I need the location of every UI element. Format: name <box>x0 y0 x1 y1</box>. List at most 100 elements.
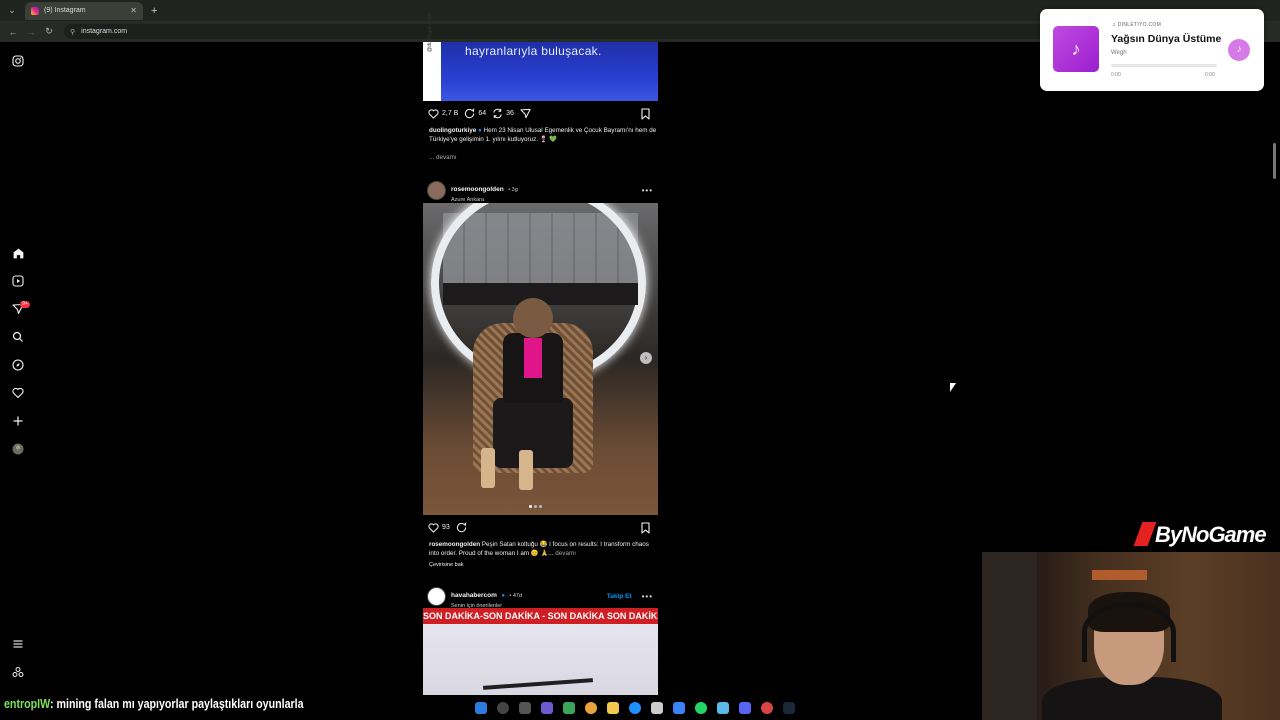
back-icon[interactable]: ← <box>8 27 18 37</box>
like-count: 2,7 B <box>442 110 459 117</box>
post-image-rosemoongolden[interactable] <box>423 203 658 515</box>
taskbar-app-icon[interactable] <box>563 702 575 714</box>
more-options-icon[interactable]: ••• <box>642 186 653 195</box>
time-elapsed: 0:00 <box>1111 72 1121 78</box>
song-artist: Wegh <box>1111 50 1127 56</box>
tab-title: (9) Instagram <box>44 7 86 14</box>
taskbar-app-icon[interactable] <box>673 702 685 714</box>
heart-icon <box>428 108 439 119</box>
more-options-icon[interactable]: ••• <box>642 592 653 601</box>
music-note-icon: ♪ <box>1053 26 1099 72</box>
avatar[interactable] <box>427 181 446 200</box>
post-caption-rosemoongolden: rosemoongolden Peşin Satan koltuğu 😂 I f… <box>429 540 659 558</box>
taskbar-app-icon[interactable] <box>761 702 773 714</box>
heart-icon <box>428 522 439 533</box>
like-count: 93 <box>442 524 450 531</box>
post-username[interactable]: havahabercom <box>451 592 497 599</box>
reels-icon[interactable] <box>11 274 25 288</box>
instagram-logo-icon[interactable] <box>11 54 25 68</box>
tab-search-icon[interactable]: ⌄ <box>3 2 21 20</box>
carousel-dots <box>528 505 543 508</box>
comment-count: 64 <box>478 110 487 117</box>
taskbar-search-icon[interactable] <box>497 702 509 714</box>
avatar[interactable] <box>427 587 446 606</box>
repost-button[interactable]: 36 <box>492 108 514 119</box>
caption-username[interactable]: duolingoturkiye <box>429 127 476 134</box>
plane-silhouette <box>482 678 594 690</box>
discord-icon[interactable] <box>739 702 751 714</box>
file-explorer-icon[interactable] <box>607 702 619 714</box>
share-icon <box>520 108 531 119</box>
store-icon[interactable] <box>651 702 663 714</box>
steam-icon[interactable] <box>783 702 795 714</box>
profile-avatar-icon[interactable] <box>11 442 25 456</box>
like-button[interactable]: 2,7 B <box>428 108 459 119</box>
taskbar-app-icon[interactable] <box>541 702 553 714</box>
caption-more-link[interactable]: devamı <box>555 550 576 557</box>
instagram-favicon-icon <box>31 6 39 15</box>
new-tab-button[interactable]: + <box>151 5 157 17</box>
repost-count: 36 <box>506 110 514 117</box>
comment-button[interactable]: 64 <box>464 108 486 119</box>
post-actions-duolingo: 2,7 B 64 36 <box>428 108 537 119</box>
mouse-cursor-icon <box>950 383 956 392</box>
whatsapp-icon[interactable] <box>695 702 707 714</box>
person-shirt <box>524 338 542 378</box>
song-progress-bar <box>1111 64 1217 67</box>
save-bookmark-icon[interactable] <box>640 107 651 125</box>
post-image-text: hayranlarıyla buluşacak. <box>465 44 602 58</box>
notifications-heart-icon[interactable] <box>11 386 25 400</box>
post-header-rosemoongolden: rosemoongolden • 3g Azure Ankara ••• <box>427 178 657 203</box>
post-caption-duolingo: duolingoturkiye ● Hem 23 Nisan Ulusal Eg… <box>429 126 659 144</box>
explore-icon[interactable] <box>11 358 25 372</box>
headphones-icon <box>1082 602 1176 662</box>
brand-logo: ByNoGame <box>1133 522 1267 548</box>
search-icon[interactable] <box>11 330 25 344</box>
more-menu-icon[interactable] <box>11 637 25 651</box>
post-image-side-label: @duolingoturkiye <box>427 13 433 52</box>
site-info-icon[interactable]: ⚲ <box>70 28 75 36</box>
music-now-playing-widget: ♪ ♫ DINLETIYO.COM Yağsın Dünya Üstüme We… <box>1040 9 1264 91</box>
like-button[interactable]: 93 <box>428 522 450 533</box>
tab-close-icon[interactable]: ✕ <box>130 6 137 15</box>
post-header-havahabercom: havahabercom ● • 47d Senin için önerilen… <box>427 584 657 609</box>
threads-meta-icon[interactable] <box>11 665 25 679</box>
comment-icon <box>465 108 475 119</box>
carousel-next-icon[interactable]: › <box>640 352 652 364</box>
save-bookmark-icon[interactable] <box>640 521 651 539</box>
chat-username: entropIW <box>4 696 50 711</box>
reload-icon[interactable]: ↻ <box>44 26 54 37</box>
taskbar-app-icon[interactable] <box>717 702 729 714</box>
taskbar <box>470 697 800 719</box>
task-view-icon[interactable] <box>519 702 531 714</box>
chat-message: : mining falan mı yapıyorlar paylaştıkla… <box>49 696 304 711</box>
comment-button[interactable] <box>456 522 467 533</box>
webcam-feed <box>982 552 1280 720</box>
song-title: Yağsın Dünya Üstüme <box>1111 33 1222 45</box>
edge-icon[interactable] <box>629 702 641 714</box>
person-boots <box>461 448 556 493</box>
follow-button[interactable]: Takip Et <box>607 593 632 600</box>
share-button[interactable] <box>520 108 531 119</box>
post-time: • 47d <box>509 593 523 599</box>
post-time: • 3g <box>508 187 518 193</box>
post-username[interactable]: rosemoongolden <box>451 186 504 193</box>
create-plus-icon[interactable] <box>11 414 25 428</box>
chrome-icon[interactable] <box>585 702 597 714</box>
comment-icon <box>456 522 467 533</box>
person-head <box>513 298 553 338</box>
forward-icon[interactable]: → <box>26 27 36 37</box>
post-image-duolingo[interactable]: @duolingoturkiye hayranlarıyla buluşacak… <box>423 13 658 101</box>
post-image-havahabercom[interactable] <box>423 624 658 695</box>
start-windows-icon[interactable] <box>475 702 487 714</box>
translate-link[interactable]: Çevirisine bak <box>429 561 659 570</box>
caption-username[interactable]: rosemoongolden <box>429 541 480 548</box>
music-note-button-icon[interactable]: ♪ <box>1228 39 1250 61</box>
home-icon[interactable] <box>11 246 25 260</box>
tab-instagram[interactable]: (9) Instagram ✕ <box>25 1 143 20</box>
repost-icon <box>493 108 502 119</box>
post-banner-text: SON DAKİKA-SON DAKİKA - SON DAKİKA SON D… <box>423 608 658 624</box>
brand-name: ByNoGame <box>1155 522 1267 547</box>
page-scrollbar[interactable] <box>1273 143 1276 179</box>
caption-more-link[interactable]: ... devamı <box>429 153 659 162</box>
